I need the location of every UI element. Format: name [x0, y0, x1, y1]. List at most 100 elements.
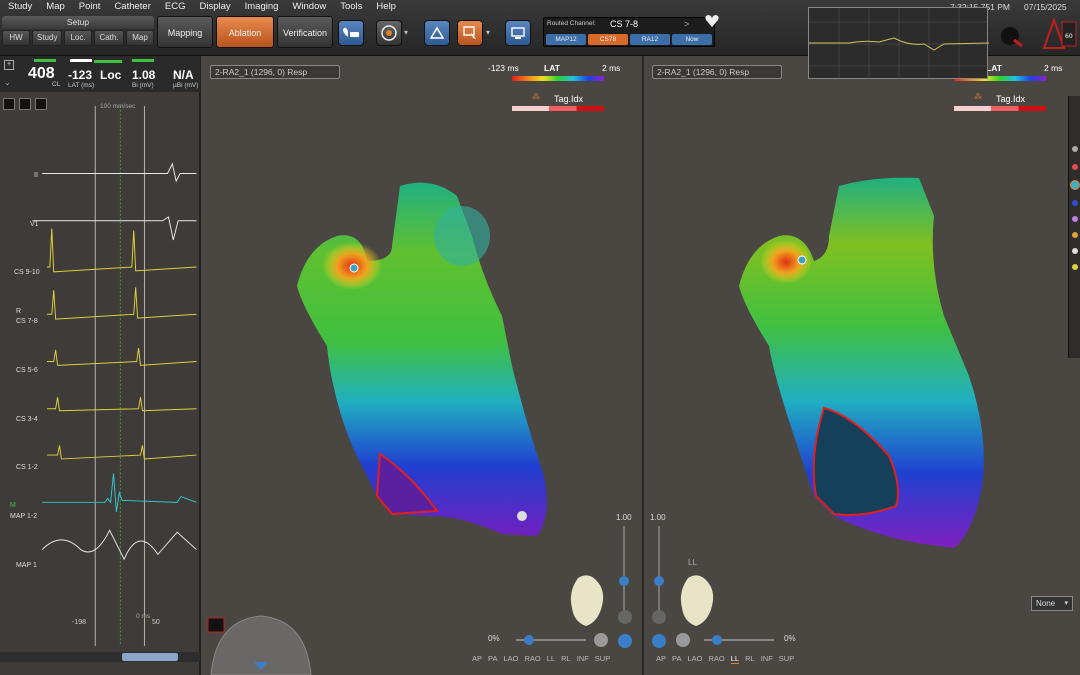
setup-tab-cath[interactable]: Cath.: [94, 30, 124, 46]
menu-help[interactable]: Help: [368, 0, 402, 15]
setup-tab-loc[interactable]: Loc.: [64, 30, 92, 46]
menu-map[interactable]: Map: [38, 0, 70, 15]
orient-inf-right[interactable]: INF: [761, 654, 773, 664]
menu-imaging[interactable]: Imaging: [237, 0, 285, 15]
point-list-panel-edge[interactable]: [1068, 96, 1080, 358]
mapping-mode-button[interactable]: Mapping: [157, 16, 213, 48]
cycle-length-label: CL: [52, 81, 61, 88]
list-item-dot[interactable]: [1072, 216, 1078, 222]
orient-lao-left[interactable]: LAO: [503, 654, 518, 663]
zoom-slider-left[interactable]: [516, 635, 586, 645]
zoom-slider-thumb-right[interactable]: [712, 635, 722, 645]
heart-orientation-icon[interactable]: [678, 572, 718, 628]
lat-value: -123: [68, 68, 93, 82]
ablation-tool-icon[interactable]: [424, 20, 450, 46]
list-item-dot[interactable]: [1070, 180, 1080, 190]
setup-tab-map[interactable]: Map: [126, 30, 154, 46]
catheter-navigation-widget[interactable]: [206, 610, 316, 675]
menu-ecg[interactable]: ECG: [157, 0, 192, 15]
ablation-mode-button[interactable]: Ablation: [216, 16, 274, 48]
map-select-right[interactable]: 2-RA2_1 (1296, 0) Resp: [652, 65, 782, 79]
lat-indicator-bar: [70, 59, 92, 62]
menu-point[interactable]: Point: [71, 0, 107, 15]
routed-channel-next[interactable]: >: [684, 19, 689, 29]
right-atrium-3d-map[interactable]: [724, 176, 1024, 556]
point-select-icon[interactable]: [457, 20, 483, 46]
map-select-left[interactable]: 2-RA2_1 (1296, 0) Resp: [210, 65, 340, 79]
routed-channel-value: CS 7-8: [610, 19, 639, 29]
verification-mode-button[interactable]: Verification: [277, 16, 333, 48]
list-item-dot[interactable]: [1072, 232, 1078, 238]
routed-tab-cs78[interactable]: CS78: [588, 34, 628, 45]
orient-rao-right[interactable]: RAO: [708, 654, 724, 664]
orient-ll-right[interactable]: LL: [730, 654, 740, 664]
rotate-left-icon[interactable]: [652, 634, 666, 648]
list-item-dot[interactable]: [1072, 200, 1078, 206]
rotate-down-icon[interactable]: [618, 610, 632, 624]
heart-hand-icon[interactable]: [338, 20, 364, 46]
list-item-dot[interactable]: [1072, 248, 1078, 254]
scale-slider-left[interactable]: [619, 526, 629, 614]
tag-index-icon: ⁂: [532, 92, 540, 101]
heart-pulse-icon[interactable]: [704, 14, 720, 33]
setup-button[interactable]: Setup: [2, 16, 154, 29]
setup-tab-study[interactable]: Study: [32, 30, 62, 46]
menu-window[interactable]: Window: [284, 0, 332, 15]
reference-time-label: 0 ms: [136, 613, 151, 620]
signals-panel: 408 CL -123 LAT (ms) Loc 1.08 Bi (mV) N/A µB…: [0, 56, 201, 675]
monitor-icon[interactable]: [505, 20, 531, 46]
list-item-dot[interactable]: [1072, 264, 1078, 270]
signal-scrollbar[interactable]: [0, 652, 200, 662]
orient-ap-right[interactable]: AP: [656, 654, 666, 664]
map-view-left[interactable]: 2-RA2_1 (1296, 0) Resp -123 ms LAT 2 ms …: [202, 56, 640, 675]
routed-tab-map12[interactable]: MAP12: [546, 34, 586, 45]
left-atrium-3d-map[interactable]: [282, 176, 582, 556]
bipolar-value: 1.08: [132, 68, 156, 82]
orient-rl-right[interactable]: RL: [745, 654, 755, 664]
menu-catheter[interactable]: Catheter: [106, 0, 156, 15]
list-item-dot[interactable]: [1072, 164, 1078, 170]
menu-display[interactable]: Display: [191, 0, 236, 15]
menu-study[interactable]: Study: [0, 0, 38, 15]
orientation-bar-right: AP PA LAO RAO LL RL INF SUP: [656, 654, 794, 664]
zoom-slider-right[interactable]: [704, 635, 774, 645]
orient-inf-left[interactable]: INF: [577, 654, 589, 663]
routed-tab-ra12[interactable]: RA12: [630, 34, 670, 45]
rotate-left-icon[interactable]: [618, 634, 632, 648]
expand-icon[interactable]: +: [4, 60, 14, 70]
display-mode-select[interactable]: None ▾: [1031, 596, 1073, 611]
list-item-dot[interactable]: [1072, 146, 1078, 152]
orient-ap-left[interactable]: AP: [472, 654, 482, 663]
orient-ll-left[interactable]: LL: [547, 654, 555, 663]
chevron-down-icon[interactable]: ▾: [486, 28, 490, 37]
reset-view-icon[interactable]: [676, 633, 690, 647]
scale-slider-right[interactable]: [654, 526, 664, 614]
heart-orientation-icon[interactable]: [568, 572, 608, 628]
magnet-status-icon: [998, 22, 1024, 48]
ecg-trace-map-1-2: [42, 473, 197, 513]
map-view-right[interactable]: 2-RA2_1 (1296, 0) Resp LAT 2 ms ⁂ Tag.Id…: [642, 56, 1080, 675]
chevron-down-icon[interactable]: ⌄: [4, 78, 11, 87]
orient-sup-left[interactable]: SUP: [595, 654, 610, 663]
scale-slider-thumb-right[interactable]: [654, 576, 664, 586]
ecg-trace-v1: [32, 216, 197, 241]
target-settings-icon[interactable]: [376, 20, 402, 46]
ecg-trace-cs-5-6: [46, 347, 197, 366]
reset-view-icon[interactable]: [594, 633, 608, 647]
orient-pa-right[interactable]: PA: [672, 654, 681, 664]
orient-rao-left[interactable]: RAO: [524, 654, 540, 663]
menu-tools[interactable]: Tools: [332, 0, 368, 15]
signal-scrollbar-thumb[interactable]: [122, 653, 178, 661]
setup-tab-hw[interactable]: HW: [2, 30, 30, 46]
routed-tab-now[interactable]: Now: [672, 34, 712, 45]
orient-lao-right[interactable]: LAO: [687, 654, 702, 664]
routed-channel-label: Routed Channel:: [547, 20, 596, 27]
orient-pa-left[interactable]: PA: [488, 654, 497, 663]
orient-sup-right[interactable]: SUP: [779, 654, 794, 664]
scale-slider-thumb-left[interactable]: [619, 576, 629, 586]
catheter-icon[interactable]: [207, 617, 225, 633]
zoom-slider-thumb-left[interactable]: [524, 635, 534, 645]
chevron-down-icon[interactable]: ▾: [404, 28, 408, 37]
rotate-down-icon[interactable]: [652, 610, 666, 624]
orient-rl-left[interactable]: RL: [561, 654, 571, 663]
